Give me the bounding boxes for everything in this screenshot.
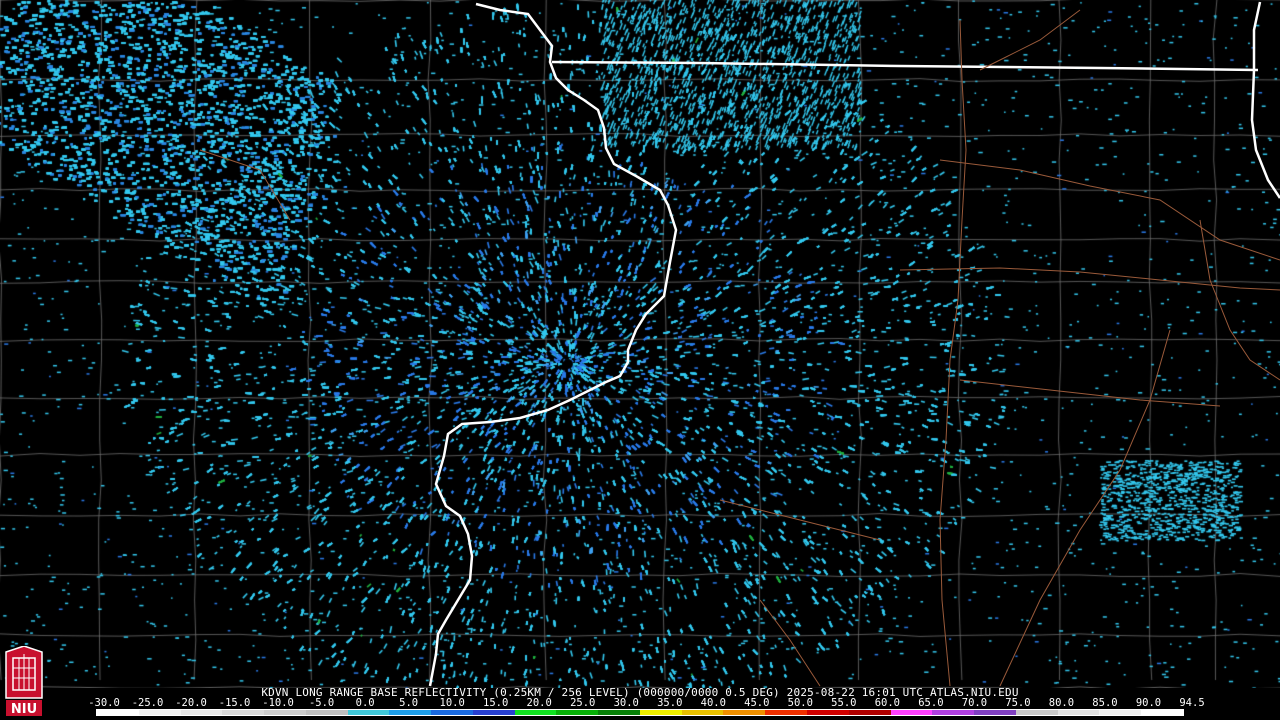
map-overlay [199,1,1280,687]
legend-tick-labels: -30.0 -25.0 -20.0 -15.0 -10.0 -5.0 0.0 5.0 10.0 1… [88,697,1204,709]
legend-tick: 90.0 [1135,697,1162,709]
colorbar-segment [1099,710,1142,715]
reflectivity-colorbar [96,709,1184,716]
colorbar-segment [347,710,390,715]
colorbar-segment [97,710,139,715]
colorbar-segment [974,710,1016,715]
mississippi-river-border [428,2,678,687]
legend-tick: 30.0 [613,697,639,709]
legend-tick: 55.0 [831,697,857,709]
colorbar-segment [681,710,724,715]
colorbar-segment [1057,710,1100,715]
legend-tick: 80.0 [1048,697,1075,709]
colorbar-segment [305,710,348,715]
colorbar-segment [514,710,557,715]
colorbar-segment [723,710,766,715]
legend-tick: -10.0 [262,697,294,709]
colorbar-segment [639,710,682,715]
colorbar-segment [1015,710,1058,715]
legend-tick: -30.0 [88,697,120,709]
legend-tick: 0.0 [355,697,375,709]
legend-tick: 45.0 [744,697,770,709]
colorbar-segment [848,710,891,715]
colorbar-segment [389,710,432,715]
niu-logo-icon: NIU [5,646,43,716]
legend-tick: 15.0 [483,697,509,709]
colorbar-segment [264,710,306,715]
legend-tick: 50.0 [787,697,813,709]
colorbar-segment [222,710,265,715]
colorbar-segment [180,710,223,715]
legend-tick: -25.0 [131,697,164,709]
colorbar-segment [765,710,808,715]
legend-tick: 85.0 [1092,697,1118,709]
legend-tick: 70.0 [961,697,988,709]
legend-tick: -15.0 [218,697,251,709]
colorbar-segment [431,710,473,715]
legend-tick: -20.0 [175,697,207,709]
legend-tick: 5.0 [399,697,419,709]
legend-tick: 40.0 [700,697,726,709]
colorbar-segment [1141,710,1183,715]
colorbar-segment [138,710,181,715]
colorbar-segment [890,710,933,715]
legend-tick: 10.0 [439,697,465,709]
legend-tick: 20.0 [526,697,552,709]
colorbar-segment [556,710,599,715]
legend-tick: 60.0 [874,697,901,709]
legend-tick: 94.5 [1179,697,1205,709]
legend-tick: 75.0 [1005,697,1031,709]
minnesota-iowa-border [551,60,1259,72]
colorbar-segment [472,710,515,715]
colorbar-segment [807,710,849,715]
legend-tick: 25.0 [570,697,596,709]
colorbar-segment [598,710,640,715]
logo-text: NIU [11,702,37,716]
wisconsin-border [1250,1,1280,199]
state-borders [428,1,1280,687]
highways [199,9,1280,687]
legend-tick: 65.0 [918,697,944,709]
colorbar-segment [932,710,975,715]
legend-tick: 35.0 [657,697,683,709]
legend-tick: -5.0 [308,697,335,709]
